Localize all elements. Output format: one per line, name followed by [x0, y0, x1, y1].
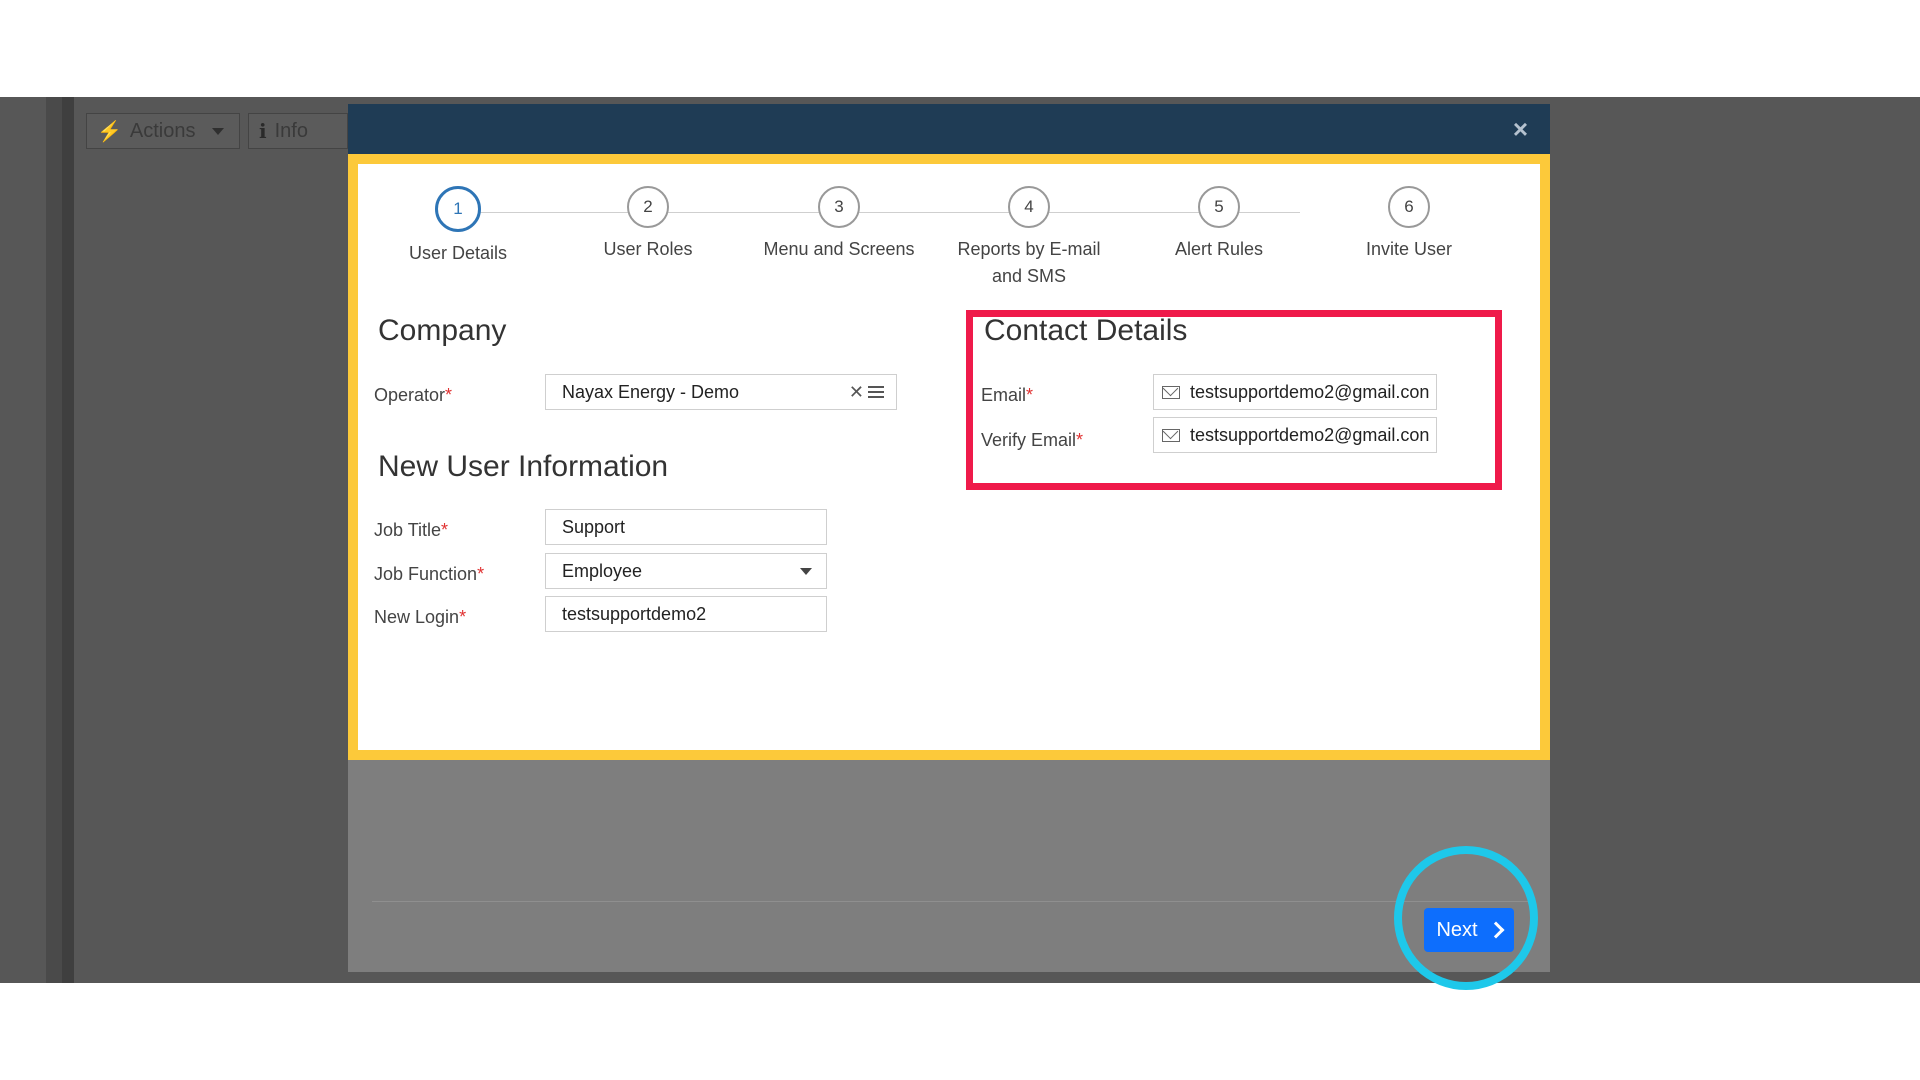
caret-down-icon: [800, 567, 812, 575]
create-user-modal: × 1 User Details 2 User Roles 3 Menu and…: [348, 104, 1550, 972]
info-label: Info: [274, 119, 308, 142]
new-user-title: New User Information: [378, 450, 669, 483]
step-label: Invite User: [1365, 239, 1453, 259]
job-function-label: Job Function*: [374, 564, 485, 584]
clear-icon[interactable]: ✕: [849, 382, 864, 403]
bolt-icon: ⚡: [97, 120, 122, 143]
step-user-roles[interactable]: 2 User Roles: [548, 186, 748, 263]
email-label: Email*: [981, 385, 1034, 405]
new-login-label: New Login*: [374, 607, 467, 627]
close-icon[interactable]: ×: [1513, 114, 1528, 145]
form-panel-highlight: 1 User Details 2 User Roles 3 Menu and S…: [348, 154, 1550, 760]
list-icon[interactable]: [868, 386, 884, 398]
email-value: testsupportdemo2@gmail.con: [1190, 381, 1430, 402]
job-title-value: Support: [562, 516, 626, 537]
info-icon: i: [259, 119, 267, 143]
step-label: User Roles: [603, 239, 693, 259]
email-field[interactable]: testsupportdemo2@gmail.con: [1153, 374, 1437, 410]
verify-email-label: Verify Email*: [981, 430, 1084, 450]
company-title: Company: [378, 314, 507, 347]
step-circle: 3: [818, 186, 860, 228]
step-user-details[interactable]: 1 User Details: [358, 186, 558, 267]
left-panel-divider: [62, 97, 74, 983]
wizard-stepper: 1 User Details 2 User Roles 3 Menu and S…: [358, 164, 1540, 294]
operator-value: Nayax Energy - Demo: [562, 381, 740, 402]
mail-icon: [1162, 385, 1180, 399]
step-circle: 2: [627, 186, 669, 228]
actions-label: Actions: [129, 119, 196, 142]
caret-down-icon: [211, 127, 224, 135]
step-label: User Details: [408, 243, 508, 263]
contact-details-title: Contact Details: [984, 314, 1188, 347]
next-button-highlight: [1394, 846, 1538, 990]
modal-header: ×: [348, 104, 1550, 154]
operator-label: Operator*: [374, 385, 453, 405]
actions-button[interactable]: ⚡ Actions: [86, 113, 240, 149]
step-circle: 5: [1198, 186, 1240, 228]
job-function-select[interactable]: Employee: [545, 553, 827, 589]
step-circle: 1: [435, 186, 481, 232]
step-circle: 6: [1388, 186, 1430, 228]
operator-select[interactable]: Nayax Energy - Demo ✕: [545, 374, 897, 410]
step-label: Reports by E-mail and SMS: [957, 239, 1101, 286]
job-title-label: Job Title*: [374, 520, 449, 540]
mail-icon: [1162, 428, 1180, 442]
step-invite-user[interactable]: 6 Invite User: [1309, 186, 1509, 263]
job-function-value: Employee: [562, 560, 643, 581]
verify-email-field[interactable]: testsupportdemo2@gmail.con: [1153, 417, 1437, 453]
step-menu-and-screens[interactable]: 3 Menu and Screens: [739, 186, 939, 263]
info-button[interactable]: i Info: [248, 113, 348, 149]
step-circle: 4: [1008, 186, 1050, 228]
step-reports[interactable]: 4 Reports by E-mail and SMS: [929, 186, 1129, 290]
step-label: Alert Rules: [1174, 239, 1264, 259]
new-login-value: testsupportdemo2: [562, 603, 707, 624]
step-label: Menu and Screens: [763, 239, 915, 259]
footer-divider: [372, 901, 1532, 902]
step-alert-rules[interactable]: 5 Alert Rules: [1119, 186, 1319, 263]
verify-email-value: testsupportdemo2@gmail.con: [1190, 424, 1430, 445]
job-title-input[interactable]: Support: [545, 509, 827, 545]
new-login-input[interactable]: testsupportdemo2: [545, 596, 827, 632]
